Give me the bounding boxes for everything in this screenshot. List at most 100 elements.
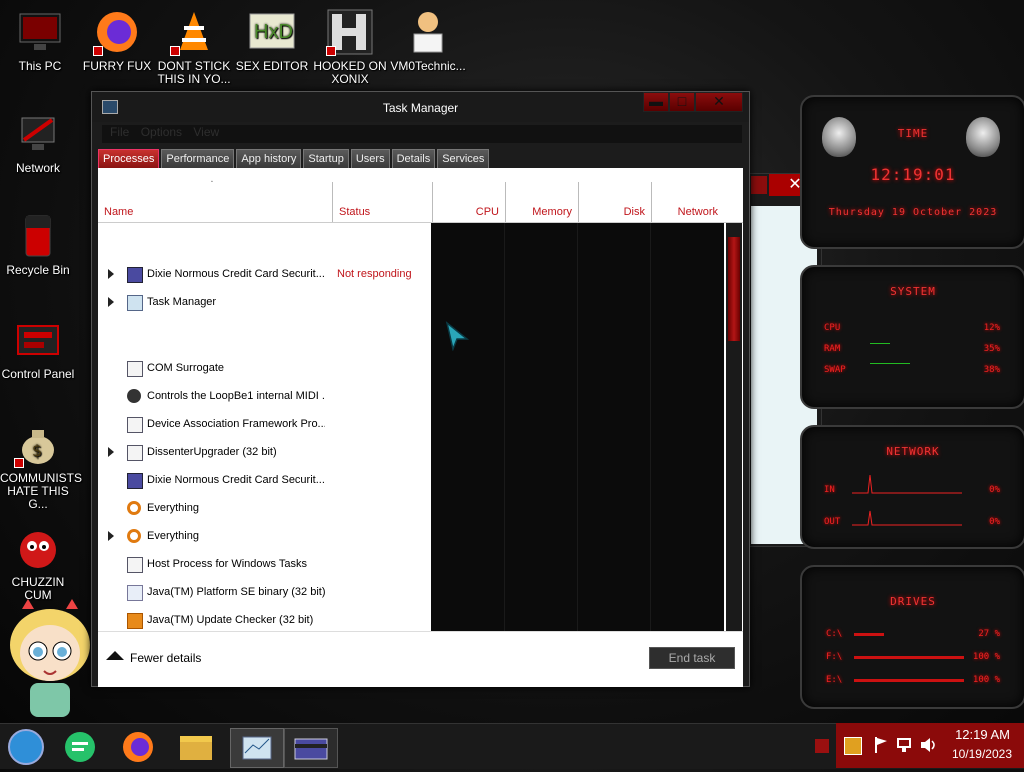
- menu-view[interactable]: View: [193, 125, 219, 139]
- svg-text:$: $: [32, 441, 42, 460]
- desktop-icon-chuzzin-cum[interactable]: CHUZZIN CUM: [0, 524, 76, 602]
- column-header-disk[interactable]: Disk: [578, 182, 651, 222]
- drive-f-value: 100 %: [972, 652, 1000, 662]
- taskbar-card-app[interactable]: [284, 728, 338, 768]
- process-row[interactable]: Everything: [98, 494, 431, 522]
- process-row[interactable]: Java(TM) Platform SE binary (32 bit): [98, 578, 431, 606]
- taskbar-clock-time[interactable]: 12:19 AM: [955, 727, 1010, 742]
- net-out-value: 0%: [989, 517, 1000, 527]
- network-tray-icon[interactable]: [896, 737, 912, 753]
- desktop-icon-control-panel[interactable]: Control Panel: [0, 316, 76, 381]
- vertical-scrollbar[interactable]: [726, 223, 742, 631]
- tab-services[interactable]: Services: [437, 149, 490, 169]
- column-header-cpu[interactable]: CPU: [432, 182, 505, 222]
- process-row[interactable]: COM Surrogate: [98, 354, 431, 382]
- desktop-icon-label: HOOKED ON XONIX: [313, 59, 387, 86]
- metric-columns-area: [431, 223, 724, 631]
- menu-file[interactable]: File: [110, 125, 129, 139]
- desktop-icon-recycle-bin[interactable]: Recycle Bin: [0, 212, 76, 277]
- taskbar-file-explorer[interactable]: [174, 728, 218, 766]
- process-name: Task Manager: [147, 296, 217, 308]
- desktop-icon-network[interactable]: Network: [0, 110, 76, 175]
- expand-arrow-icon[interactable]: [108, 297, 114, 307]
- desktop-icon-label: DONT STICK THIS IN YO...: [157, 59, 231, 86]
- volume-icon[interactable]: [920, 737, 938, 753]
- desktop-icon-label: This PC: [18, 59, 62, 73]
- maximize-button[interactable]: □: [669, 92, 695, 112]
- tray-app-icon[interactable]: [844, 737, 862, 755]
- fewer-details-link[interactable]: Fewer details: [106, 651, 201, 665]
- drives-widget: DRIVES C:\ 27 % F:\ 100 % E:\ 100 %: [800, 565, 1024, 709]
- tab-users[interactable]: Users: [350, 149, 390, 169]
- desktop-icon-this-pc[interactable]: This PC: [2, 8, 78, 73]
- end-task-button[interactable]: End task: [649, 647, 735, 669]
- desktop-icon-furry-fux[interactable]: FURRY FUX: [79, 8, 155, 73]
- task-manager-window[interactable]: Task Manager ▬ □ ✕ File Options View Pro…: [91, 91, 750, 687]
- fewer-details-label: Fewer details: [130, 651, 202, 665]
- desktop-icon-communists[interactable]: $ COMMUNISTS HATE THIS G...: [0, 420, 82, 511]
- midi-icon: [127, 389, 141, 403]
- menu-options[interactable]: Options: [141, 125, 182, 139]
- desktop-icon-vm0technic[interactable]: VM0Technic...: [390, 8, 466, 73]
- column-header-status[interactable]: Status: [332, 182, 432, 222]
- process-row[interactable]: Dixie Normous Credit Card Securit...: [98, 466, 431, 494]
- tray-overflow-icon[interactable]: [815, 739, 829, 753]
- system-tray: 12:19 AM 10/19/2023: [836, 723, 1024, 768]
- firefox-icon: [93, 8, 141, 56]
- process-name: DissenterUpgrader (32 bit): [147, 446, 277, 458]
- drive-f-label: F:\: [826, 652, 843, 662]
- drive-e-label: E:\: [826, 675, 843, 685]
- column-header-name[interactable]: Name: [98, 182, 332, 222]
- magnifier-icon: [127, 501, 141, 515]
- process-row[interactable]: Controls the LoopBe1 internal MIDI ...: [98, 382, 431, 410]
- card-app-icon: [127, 267, 143, 283]
- taskbar-task-manager[interactable]: [230, 728, 284, 768]
- column-header-network[interactable]: Network: [651, 182, 724, 222]
- drive-c-label: C:\: [826, 629, 843, 639]
- network-icon: [14, 110, 62, 158]
- drive-c-value: 27 %: [978, 629, 1000, 639]
- process-row[interactable]: Device Association Framework Pro...: [98, 410, 431, 438]
- tab-performance[interactable]: Performance: [161, 149, 235, 169]
- desktop-icon-sex-editor[interactable]: HxD SEX EDITOR: [234, 8, 310, 73]
- tab-strip: Processes Performance App history Startu…: [98, 149, 491, 169]
- taskbar-clock-date[interactable]: 10/19/2023: [952, 747, 1012, 761]
- desktop-icon-hooked-on-xonix[interactable]: HOOKED ON XONIX: [312, 8, 388, 86]
- scrollbar-thumb[interactable]: [728, 237, 740, 341]
- taskbar-chat-app[interactable]: [58, 728, 102, 766]
- column-header-status-label: Status: [339, 206, 371, 218]
- desktop-icon-label: FURRY FUX: [82, 59, 152, 73]
- tab-processes[interactable]: Processes: [98, 149, 160, 169]
- process-row[interactable]: Java(TM) Update Checker (32 bit): [98, 606, 431, 631]
- column-header-memory[interactable]: Memory: [505, 182, 578, 222]
- column-header-disk-label: Disk: [623, 206, 645, 218]
- flag-icon[interactable]: [874, 737, 888, 753]
- swap-value: 38%: [983, 365, 1000, 375]
- taskbar-firefox[interactable]: [116, 728, 160, 766]
- process-row[interactable]: Task Manager: [98, 288, 431, 316]
- tab-startup[interactable]: Startup: [303, 149, 349, 169]
- close-button[interactable]: ✕: [695, 92, 743, 112]
- ram-label: RAM: [824, 344, 841, 354]
- process-name: COM Surrogate: [147, 362, 225, 374]
- drive-c-bar: [854, 633, 884, 636]
- tab-app-history[interactable]: App history: [236, 149, 302, 169]
- process-row[interactable]: Host Process for Windows Tasks: [98, 550, 431, 578]
- start-button[interactable]: [4, 728, 48, 766]
- process-name: Host Process for Windows Tasks: [147, 558, 307, 570]
- desktop-icon-dont-stick[interactable]: DONT STICK THIS IN YO...: [156, 8, 232, 86]
- title-bar[interactable]: Task Manager ▬ □ ✕: [92, 92, 749, 122]
- swap-graph-line: [870, 363, 910, 364]
- background-window-minimize-button[interactable]: [751, 176, 767, 194]
- menu-bar: File Options View: [102, 125, 742, 143]
- expand-arrow-icon[interactable]: [108, 269, 114, 279]
- process-row[interactable]: DissenterUpgrader (32 bit): [98, 438, 431, 466]
- expand-arrow-icon[interactable]: [108, 447, 114, 457]
- technician-icon: [404, 8, 452, 56]
- minimize-button[interactable]: ▬: [643, 92, 669, 112]
- process-row[interactable]: Everything: [98, 522, 431, 550]
- process-row[interactable]: Dixie Normous Credit Card Securit... Not…: [98, 260, 431, 288]
- tab-details[interactable]: Details: [391, 149, 436, 169]
- net-out-graph: [852, 503, 962, 532]
- expand-arrow-icon[interactable]: [108, 531, 114, 541]
